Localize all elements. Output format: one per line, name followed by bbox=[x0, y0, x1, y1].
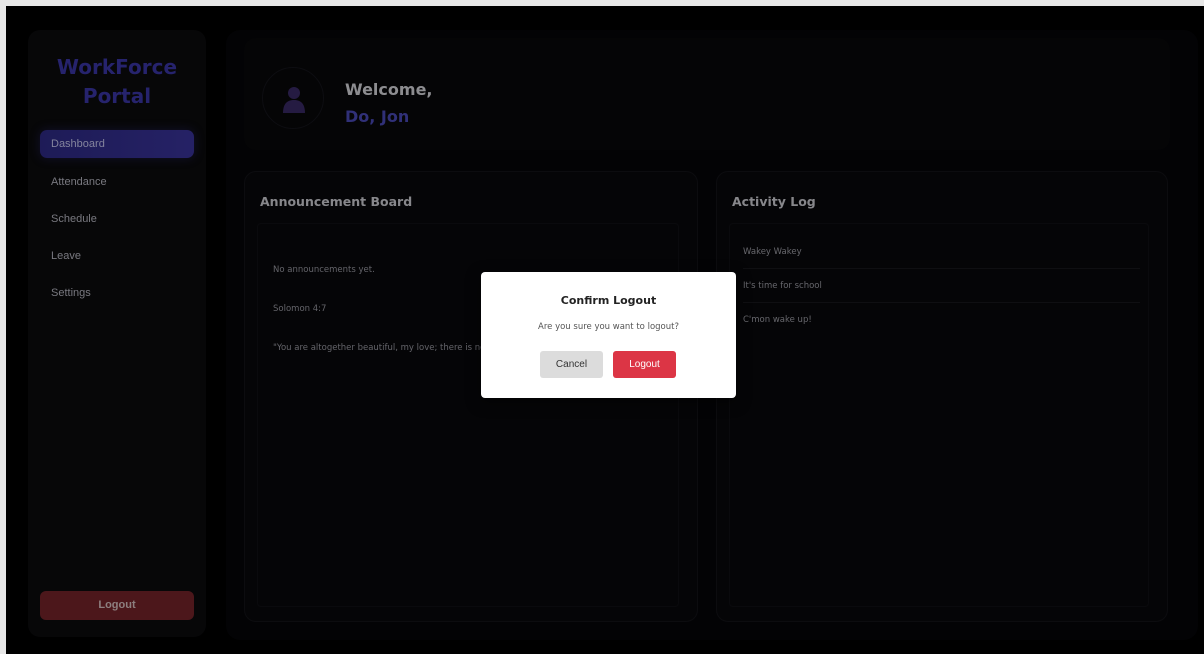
app-screen: WorkForce Portal Dashboard Attendance Sc… bbox=[6, 6, 1204, 654]
dialog-title: Confirm Logout bbox=[560, 294, 657, 307]
confirm-logout-button[interactable]: Logout bbox=[613, 351, 676, 378]
cancel-button[interactable]: Cancel bbox=[540, 351, 603, 378]
confirm-logout-dialog: Confirm Logout Are you sure you want to … bbox=[481, 272, 736, 398]
dialog-message: Are you sure you want to logout? bbox=[538, 322, 679, 332]
